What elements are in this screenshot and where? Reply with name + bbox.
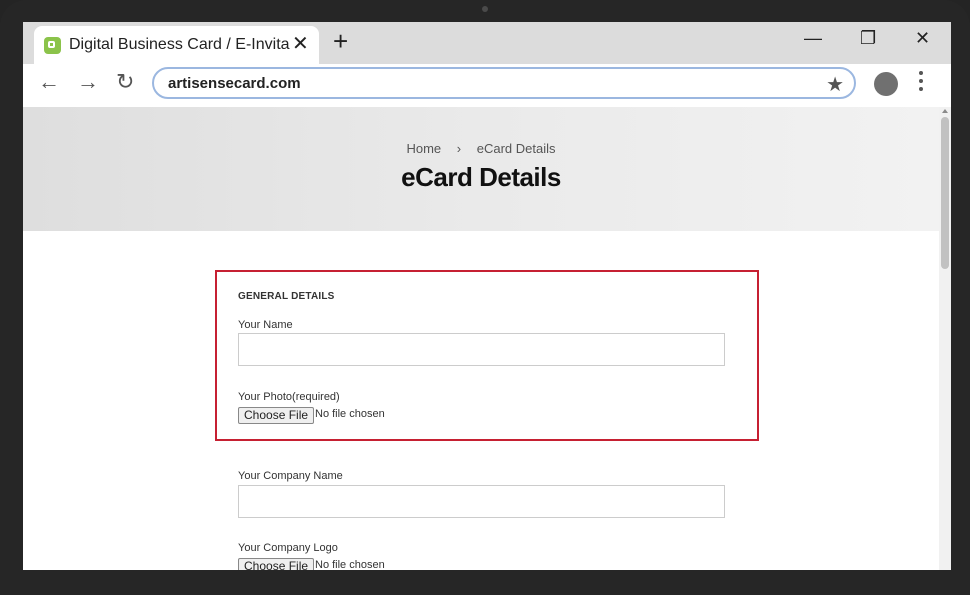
tab-close-icon[interactable]: ✕ [292,31,309,56]
company-name-input[interactable] [238,485,725,518]
name-label: Your Name [238,319,293,331]
logo-choose-file-button[interactable]: Choose File [238,558,315,570]
page-hero: Home › eCard Details eCard Details [23,107,939,231]
scrollbar-thumb[interactable] [941,117,949,269]
company-name-label: Your Company Name [238,470,343,482]
bookmark-star-icon[interactable]: ★ [826,72,844,97]
name-input[interactable] [238,333,725,366]
back-icon[interactable]: ← [38,69,60,95]
breadcrumb: Home › eCard Details [23,141,939,156]
forward-icon[interactable]: → [77,69,99,95]
scroll-up-icon[interactable] [942,109,948,113]
url-text[interactable]: artisensecard.com [168,75,301,92]
breadcrumb-current: eCard Details [476,141,556,156]
logo-file-status: No file chosen [315,559,385,570]
site-favicon-icon [44,37,61,54]
page-title: eCard Details [401,162,561,192]
page-scrollbar[interactable] [939,107,951,570]
reload-icon[interactable]: ↻ [116,69,134,95]
browser-window: Digital Business Card / E-Invita ✕ + — ❐… [23,22,951,570]
photo-file-status: No file chosen [315,408,385,420]
photo-choose-file-button[interactable]: Choose File [238,407,315,424]
close-window-button[interactable]: ✕ [915,28,930,49]
address-bar[interactable]: artisensecard.com ★ [152,67,856,99]
tab-title: Digital Business Card / E-Invita [69,36,290,53]
minimize-button[interactable]: — [804,28,822,49]
tab-strip: Digital Business Card / E-Invita ✕ + — ❐… [23,22,951,64]
new-tab-button[interactable]: + [333,27,348,55]
photo-label: Your Photo(required) [238,391,340,403]
webcam [482,6,488,12]
laptop-frame: Digital Business Card / E-Invita ✕ + — ❐… [0,0,970,595]
more-menu-icon[interactable] [919,71,925,95]
breadcrumb-home-link[interactable]: Home [406,141,441,156]
section-title: GENERAL DETAILS [238,291,335,302]
company-logo-label: Your Company Logo [238,542,338,554]
breadcrumb-separator-icon: › [456,141,462,156]
active-tab[interactable]: Digital Business Card / E-Invita ✕ [34,26,319,64]
browser-toolbar: ← → ↻ artisensecard.com ★ [23,64,951,107]
page-viewport: Home › eCard Details eCard Details GENER… [23,107,951,570]
restore-button[interactable]: ❐ [860,28,876,49]
profile-avatar[interactable] [874,72,898,96]
